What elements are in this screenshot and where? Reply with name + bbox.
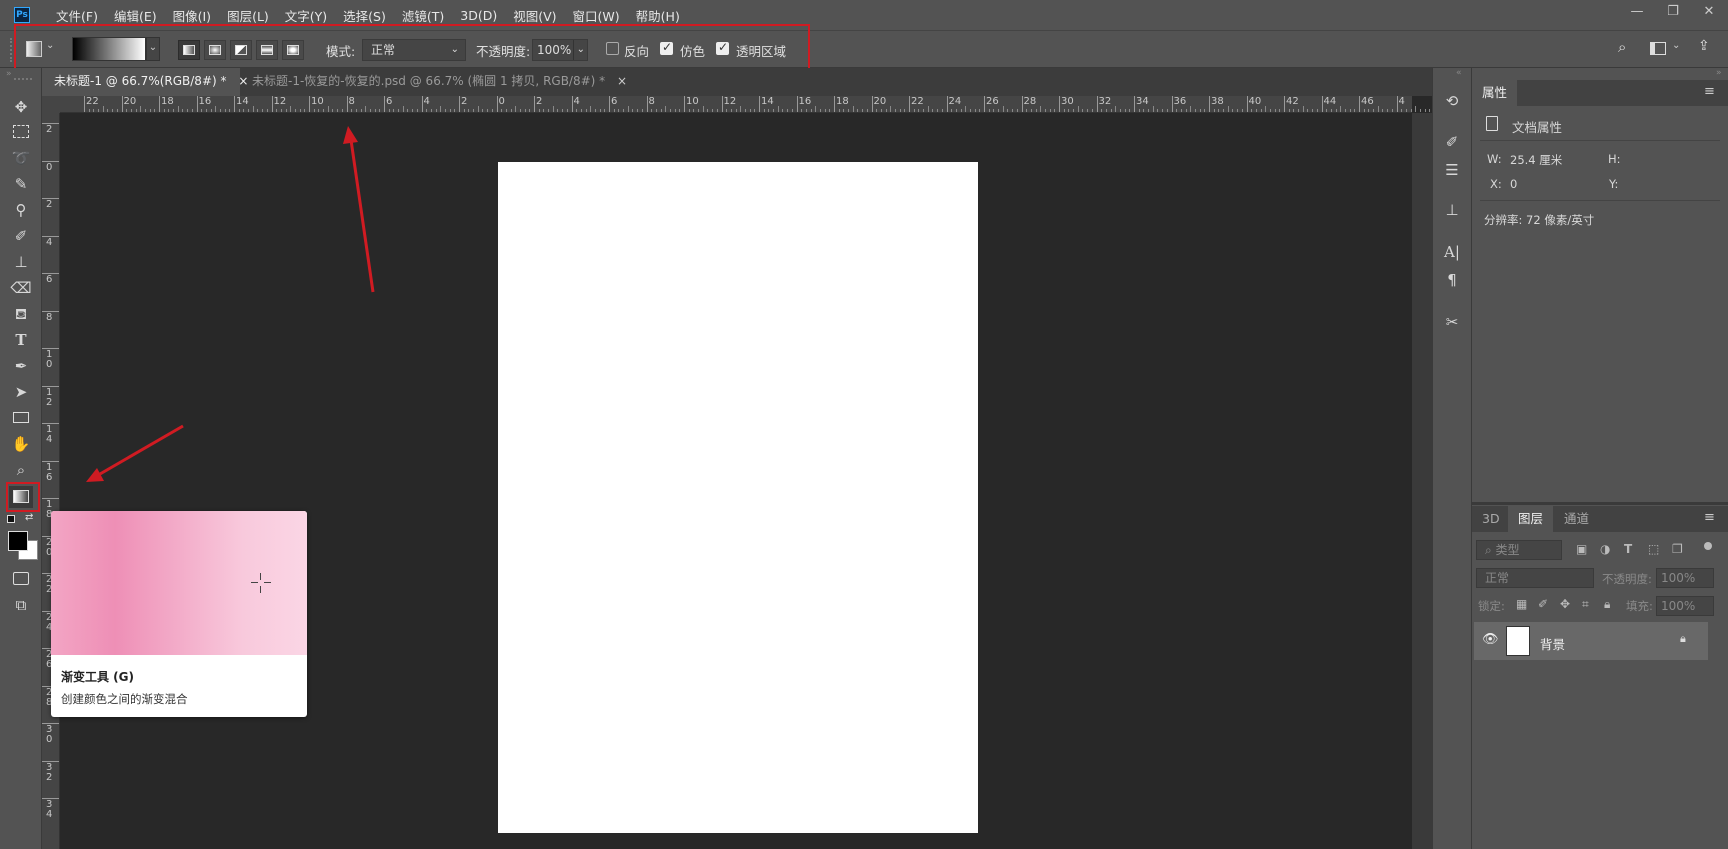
resolution-text: 分辨率: 72 像素/英寸 — [1484, 213, 1595, 227]
visibility-eye-icon[interactable]: 👁︎ — [1482, 632, 1499, 647]
layer-thumbnail — [1506, 626, 1530, 656]
x-value[interactable]: 0 — [1510, 177, 1517, 191]
document-icon — [1486, 116, 1498, 131]
filter-adjustment-icon[interactable]: ◑ — [1600, 542, 1610, 556]
tab-properties[interactable]: 属性 — [1472, 80, 1518, 106]
divider — [1480, 140, 1720, 141]
layer-filter-value: 类型 — [1495, 543, 1520, 557]
dock-collapse-icon[interactable]: « — [1456, 68, 1462, 78]
layer-filter-select[interactable]: ⌕ 类型 — [1476, 540, 1562, 560]
layer-lock-icon: 🔒︎ — [1680, 632, 1686, 645]
lock-all-icon[interactable]: 🔒︎ — [1604, 597, 1610, 612]
lock-image-icon[interactable]: ✐ — [1538, 597, 1548, 611]
fill-input[interactable]: 100% — [1656, 596, 1714, 616]
filter-toggle-icon[interactable] — [1704, 542, 1712, 550]
width-value[interactable]: 25.4 厘米 — [1510, 152, 1562, 168]
paragraph-panel-icon[interactable]: ¶ — [1440, 268, 1464, 292]
divider — [1480, 200, 1720, 201]
annotation-arrow-line-1 — [349, 139, 375, 293]
tab-3d[interactable]: 3D — [1472, 506, 1510, 532]
clone-source-icon[interactable]: ⊥ — [1440, 198, 1464, 222]
properties-menu-icon[interactable]: ≡ — [1704, 84, 1715, 99]
brush-settings-icon[interactable]: ✐ — [1440, 130, 1464, 154]
doc-properties-label: 文档属性 — [1512, 120, 1563, 135]
lock-position-icon[interactable]: ✥ — [1560, 597, 1570, 611]
width-label: W: — [1487, 152, 1502, 166]
history-panel-icon[interactable]: ⟲ — [1440, 89, 1464, 113]
layer-opacity-value: 100% — [1661, 571, 1696, 585]
lock-label: 锁定: — [1478, 599, 1505, 613]
filter-shape-icon[interactable]: ⬚ — [1648, 542, 1659, 556]
panel-dock-strip — [1432, 68, 1472, 849]
y-label: Y: — [1609, 177, 1619, 191]
filter-smart-object-icon[interactable]: ❐ — [1672, 542, 1683, 556]
search-icon: ⌕ — [1485, 543, 1496, 557]
filter-type-icon[interactable]: T — [1624, 542, 1632, 556]
adjustments-icon[interactable]: ☰ — [1440, 158, 1464, 182]
tool-presets-icon[interactable]: ✂ — [1440, 310, 1464, 334]
tab-channels[interactable]: 通道 — [1554, 506, 1599, 532]
height-label: H: — [1608, 152, 1621, 166]
layer-opacity-input[interactable]: 100% — [1656, 568, 1714, 588]
layer-name[interactable]: 背景 — [1540, 634, 1565, 653]
blend-mode-value: 正常 — [1485, 571, 1510, 585]
tab-layers[interactable]: 图层 — [1508, 506, 1554, 532]
lock-artboard-icon[interactable]: ⌗ — [1582, 597, 1589, 612]
annotation-arrow-line-2 — [99, 424, 184, 476]
annotation-arrowhead-2 — [86, 468, 104, 482]
fill-label: 填充: — [1626, 599, 1653, 613]
blend-mode-select[interactable]: 正常 — [1476, 568, 1594, 588]
panel-collapse-icon[interactable]: » — [1716, 68, 1722, 78]
layers-menu-icon[interactable]: ≡ — [1704, 510, 1715, 525]
x-label: X: — [1490, 177, 1502, 191]
panel-separator — [1472, 502, 1728, 505]
filter-pixel-icon[interactable]: ▣ — [1576, 542, 1587, 556]
fill-value: 100% — [1661, 599, 1696, 613]
character-panel-icon[interactable]: A| — [1440, 240, 1464, 264]
lock-transparent-icon[interactable]: ▦ — [1516, 597, 1527, 611]
annotation-arrowhead-1 — [343, 126, 358, 144]
layer-opacity-label: 不透明度: — [1602, 572, 1652, 586]
